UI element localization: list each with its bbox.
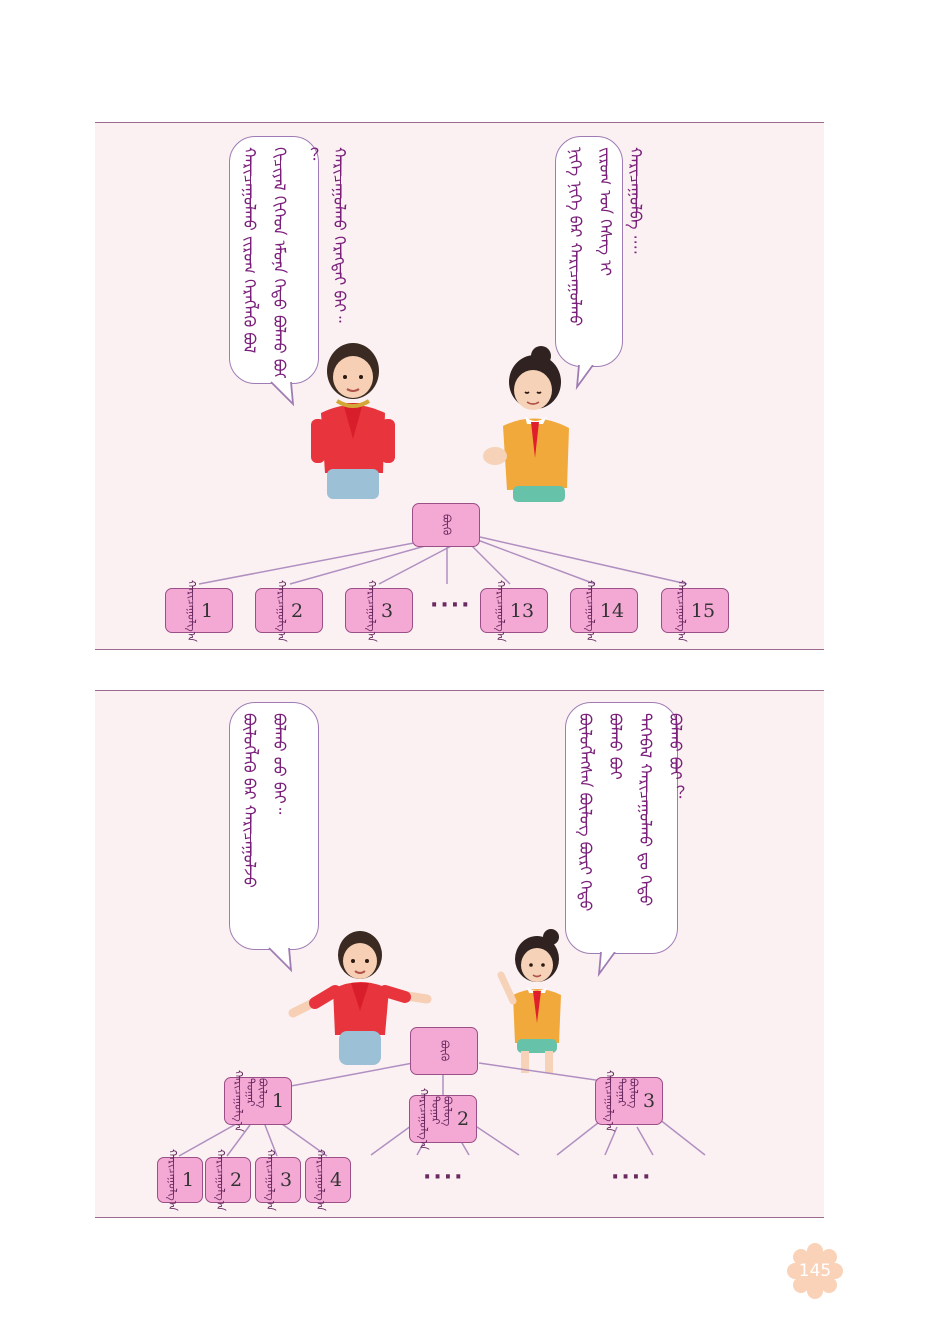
ellipsis-dots: ···· [430, 593, 472, 618]
leaf-box-15: ᠬᠠᠷᠢᠴᠠᠭᠤᠯᠭ᠎ᠠ 15 [661, 580, 729, 641]
leaf-number: 4 [329, 1169, 343, 1191]
leaf-box-14: ᠬᠠᠷᠢᠴᠠᠭᠤᠯᠭ᠎ᠠ 14 [570, 580, 638, 641]
group-label: ᠬᠠᠷᠢᠴᠠᠭᠤᠯᠭ᠎ᠠ [416, 1088, 430, 1150]
leaf-number: 3 [279, 1169, 293, 1191]
leaf-number: 1 [181, 1169, 195, 1191]
leaf-box-3: ᠬᠠᠷᠢᠴᠠᠭᠤᠯᠭ᠎ᠠ 3 [255, 1149, 301, 1211]
leaf-box-2: ᠬᠠᠷᠢᠴᠠᠭᠤᠯᠭ᠎ᠠ 2 [205, 1149, 251, 1211]
group-suffix-label: ᠳᠤᠭᠠᠷ ᠪᠦᠯᠦᠭ [614, 1078, 640, 1109]
leaf-box-2: ᠬᠠᠷᠢᠴᠠᠭᠤᠯᠭ᠎ᠠ 2 [255, 580, 323, 641]
group-number: 3 [642, 1090, 656, 1112]
group-suffix-label: ᠳᠤᠭᠠᠷ ᠪᠦᠯᠦᠭ [243, 1078, 269, 1109]
leaf-label: ᠬᠠᠷᠢᠴᠠᠭᠤᠯᠭ᠎ᠠ [274, 579, 288, 642]
leaf-box-3: ᠬᠠᠷᠢᠴᠠᠭᠤᠯᠭ᠎ᠠ 3 [345, 580, 413, 641]
leaf-number: 15 [690, 599, 716, 622]
ellipsis-dots: ···· [423, 1165, 465, 1190]
group-box-1: ᠬᠠᠷᠢᠴᠠᠭᠤᠯᠭ᠎ᠠ ᠳᠤᠭᠠᠷ ᠪᠦᠯᠦᠭ 1 [224, 1070, 292, 1132]
leaf-label: ᠬᠠᠷᠢᠴᠠᠭᠤᠯᠭ᠎ᠠ [493, 579, 507, 642]
leaf-label: ᠬᠠᠷᠢᠴᠠᠭᠤᠯᠭ᠎ᠠ [213, 1149, 227, 1211]
leaf-box-13: ᠬᠠᠷᠢᠴᠠᠭᠤᠯᠭ᠎ᠠ 13 [480, 580, 548, 641]
leaf-number: 14 [599, 599, 625, 622]
tree-lines [198, 536, 688, 585]
leaf-label: ᠬᠠᠷᠢᠴᠠᠭᠤᠯᠭ᠎ᠠ [263, 1149, 277, 1211]
root-box: ᠪᠦᠬᠦ [410, 1027, 478, 1075]
leaf-label: ᠬᠠᠷᠢᠴᠠᠭᠤᠯᠭ᠎ᠠ [165, 1149, 179, 1211]
group-label: ᠬᠠᠷᠢᠴᠠᠭᠤᠯᠭ᠎ᠠ [231, 1070, 245, 1132]
group-number: 1 [271, 1090, 285, 1112]
root-label: ᠪᠦᠬᠦ [438, 1040, 451, 1062]
leaf-box-1: ᠬᠠᠷᠢᠴᠠᠭᠤᠯᠭ᠎ᠠ 1 [157, 1149, 203, 1211]
leaf-number: 1 [200, 599, 214, 622]
leaf-label: ᠬᠠᠷᠢᠴᠠᠭᠤᠯᠭ᠎ᠠ [674, 579, 688, 642]
page-number: 145 [798, 1261, 832, 1281]
group-number: 2 [456, 1108, 470, 1130]
group-label: ᠬᠠᠷᠢᠴᠠᠭᠤᠯᠭ᠎ᠠ [602, 1070, 616, 1132]
ellipsis-dots: ···· [611, 1165, 653, 1190]
leaf-label: ᠬᠠᠷᠢᠴᠠᠭᠤᠯᠭ᠎ᠠ [184, 579, 198, 642]
leaf-number: 2 [290, 599, 304, 622]
leaf-box-4: ᠬᠠᠷᠢᠴᠠᠭᠤᠯᠭ᠎ᠠ 4 [305, 1149, 351, 1211]
group-box-2: ᠬᠠᠷᠢᠴᠠᠭᠤᠯᠭ᠎ᠠ ᠳᠤᠭᠠᠷ ᠪᠦᠯᠦᠭ 2 [409, 1088, 477, 1150]
page-number-badge: 145 [787, 1243, 843, 1299]
root-label: ᠪᠦᠬᠦ [440, 514, 453, 536]
leaf-number: 2 [229, 1169, 243, 1191]
leaf-label: ᠬᠠᠷᠢᠴᠠᠭᠤᠯᠭ᠎ᠠ [313, 1149, 327, 1211]
leaf-label: ᠬᠠᠷᠢᠴᠠᠭᠤᠯᠭ᠎ᠠ [583, 579, 597, 642]
leaf-number: 13 [509, 599, 535, 622]
root-box: ᠪᠦᠬᠦ [412, 503, 480, 547]
panel-one-by-one: ᠬᠠᠷᠢᠴᠠᠭᠤᠯᠬᠤ ᠵᠢᠷᠤᠭ ᠬᠡᠷᠡᠭᠯᠡᠬᠦ ᠪᠣᠯ ᠬᠢᠴᠢᠶᠡᠯ … [95, 122, 824, 650]
leaf-label: ᠬᠠᠷᠢᠴᠠᠭᠤᠯᠭ᠎ᠠ [364, 579, 378, 642]
leaf-number: 3 [380, 599, 394, 622]
group-suffix-label: ᠳᠤᠭᠠᠷ ᠪᠦᠯᠦᠭ [428, 1096, 454, 1127]
leaf-box-1: ᠬᠠᠷᠢᠴᠠᠭᠤᠯᠭ᠎ᠠ 1 [165, 580, 233, 641]
panel-grouping: ᠪᠦᠯᠦᠭᠯᠡᠬᠦ ᠪᠠᠷ ᠬᠠᠷᠢᠴᠠᠭᠤᠯᠵᠤ ᠪᠣᠯᠬᠤ ᠦᠦ ᠪᠠᠢ᠃ … [95, 690, 824, 1218]
group-box-3: ᠬᠠᠷᠢᠴᠠᠭᠤᠯᠭ᠎ᠠ ᠳᠤᠭᠠᠷ ᠪᠦᠯᠦᠭ 3 [595, 1070, 663, 1132]
